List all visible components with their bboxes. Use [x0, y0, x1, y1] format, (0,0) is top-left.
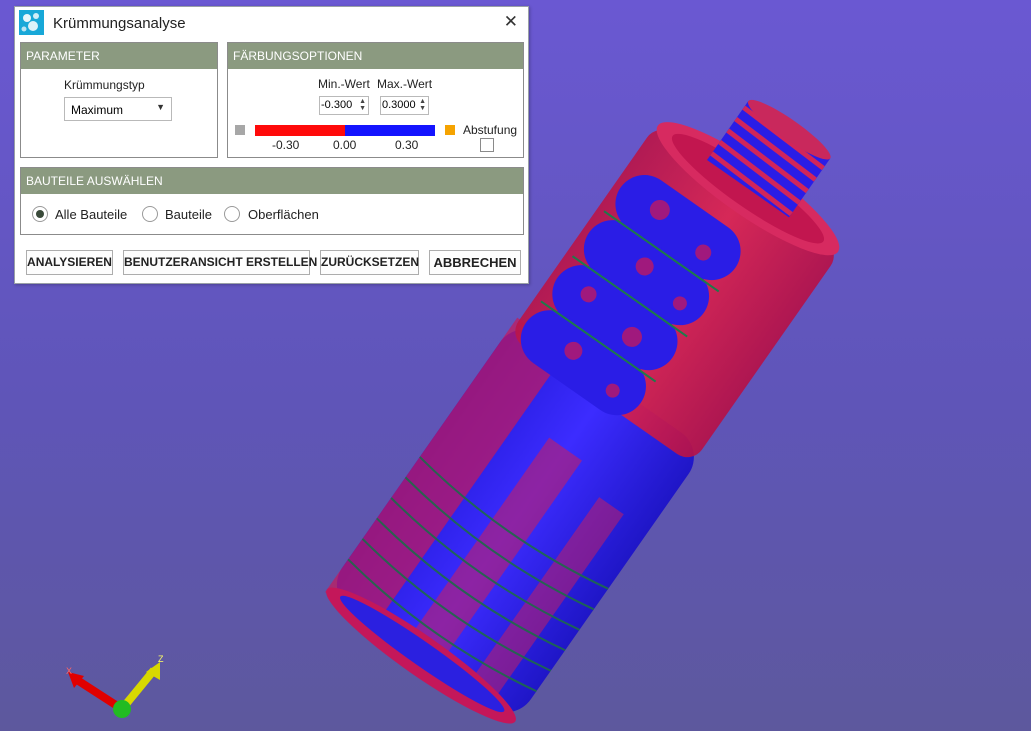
radio-parts-label[interactable]: Bauteile	[165, 207, 212, 222]
radio-all-parts[interactable]	[32, 206, 48, 222]
min-value-label: Min.-Wert	[318, 77, 370, 91]
coloring-options-group: FÄRBUNGSOPTIONEN Min.-Wert Max.-Wert ▲ ▼…	[227, 42, 524, 158]
min-value-spinner[interactable]: ▲ ▼	[319, 96, 369, 115]
spin-down-icon[interactable]: ▼	[359, 105, 366, 112]
curvature-app-icon	[19, 10, 44, 35]
max-value-spinner[interactable]: ▲ ▼	[380, 96, 429, 115]
curvature-type-label: Krümmungstyp	[64, 78, 145, 92]
scale-tick-max: 0.30	[395, 138, 419, 152]
stepping-label: Abstufung	[463, 123, 518, 137]
select-parts-group: BAUTEILE AUSWÄHLEN Alle Bauteile Bauteil…	[20, 167, 524, 235]
select-parts-header: BAUTEILE AUSWÄHLEN	[21, 168, 523, 194]
stepping-checkbox[interactable]	[480, 138, 494, 152]
cancel-button[interactable]: ABBRECHEN	[429, 250, 521, 275]
radio-surfaces-label[interactable]: Oberflächen	[248, 207, 319, 222]
chevron-down-icon: ▼	[156, 102, 165, 112]
scale-tick-min: -0.30	[272, 138, 300, 152]
reset-button[interactable]: ZURÜCKSETZEN	[320, 250, 419, 275]
radio-surfaces[interactable]	[224, 206, 240, 222]
parameter-group: PARAMETER Krümmungstyp Maximum ▼	[20, 42, 218, 158]
max-value-label: Max.-Wert	[377, 77, 433, 91]
spin-down-icon[interactable]: ▼	[419, 105, 426, 112]
spin-up-icon[interactable]: ▲	[359, 98, 366, 105]
max-value-input[interactable]	[382, 99, 419, 111]
title-bar[interactable]: Krümmungsanalyse ✕	[15, 7, 528, 39]
above-range-color-swatch[interactable]	[445, 125, 455, 135]
positive-color-segment	[345, 125, 435, 136]
radio-all-parts-label[interactable]: Alle Bauteile	[55, 207, 127, 222]
min-value-input[interactable]	[321, 99, 358, 111]
scale-tick-zero: 0.00	[333, 138, 357, 152]
radio-parts[interactable]	[142, 206, 158, 222]
curvature-analysis-dialog: Krümmungsanalyse ✕ PARAMETER Krümmungsty…	[14, 6, 529, 284]
spin-up-icon[interactable]: ▲	[419, 98, 426, 105]
color-scale-bar	[255, 125, 435, 136]
create-user-view-button[interactable]: BENUTZERANSICHT ERSTELLEN	[123, 250, 317, 275]
dialog-title: Krümmungsanalyse	[53, 15, 186, 32]
parameter-header: PARAMETER	[21, 43, 217, 69]
analyze-button[interactable]: ANALYSIEREN	[26, 250, 113, 275]
axis-triad: X Z	[66, 654, 164, 718]
curvature-type-value: Maximum	[71, 103, 124, 117]
x-axis-label: X	[66, 666, 72, 676]
coloring-header: FÄRBUNGSOPTIONEN	[228, 43, 523, 69]
negative-color-segment	[255, 125, 345, 136]
below-range-color-swatch[interactable]	[235, 125, 245, 135]
curvature-type-dropdown[interactable]: Maximum ▼	[64, 97, 172, 121]
z-axis-label: Z	[158, 654, 164, 664]
close-icon[interactable]: ✕	[504, 12, 518, 32]
